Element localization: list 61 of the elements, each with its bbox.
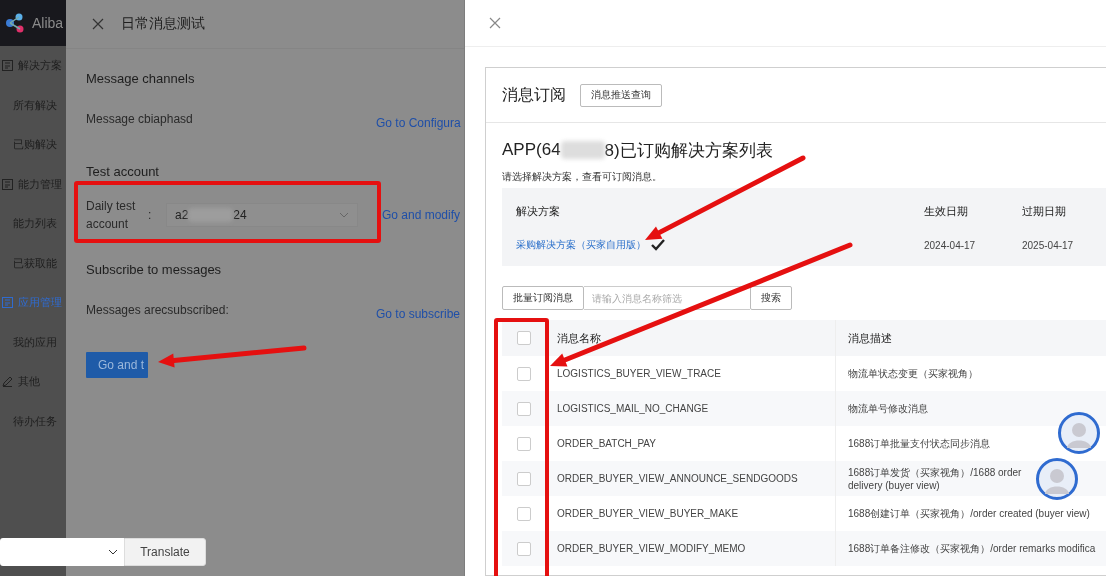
table-cell: ORDER_BUYER_VIEW_MODIFY_MEMO — [557, 543, 746, 554]
language-select[interactable] — [0, 538, 124, 566]
close-icon — [92, 18, 104, 30]
column-header: 生效日期 — [924, 203, 969, 219]
hint-text: 请选择解决方案，查看可订阅消息。 — [502, 170, 663, 184]
checkbox[interactable] — [516, 506, 531, 521]
card-title: 消息订阅 — [502, 84, 566, 105]
colon-text: : — [148, 208, 153, 222]
table-cell: LOGISTICS_BUYER_VIEW_TRACE — [557, 368, 721, 379]
sidebar-item[interactable]: 应用管理 — [0, 283, 66, 323]
table-cell: LOGISTICS_MAIL_NO_CHANGE — [557, 403, 709, 414]
checkbox[interactable] — [516, 436, 531, 451]
checkbox[interactable] — [516, 541, 531, 556]
checkbox[interactable] — [516, 366, 531, 381]
checkbox[interactable] — [516, 331, 531, 345]
list-title: APP(64 — [502, 140, 561, 160]
link[interactable]: Go to subscribe — [376, 306, 461, 321]
link[interactable]: Go and modify — [382, 208, 461, 222]
translate-button[interactable]: Translate — [124, 538, 206, 566]
redacted-block — [560, 141, 605, 159]
batch-subscribe-button[interactable]: 批量订阅消息 — [502, 286, 584, 310]
field-label: Messages arecsubscribed: — [86, 302, 230, 317]
go-button[interactable]: Go and t — [86, 352, 148, 378]
solution-link[interactable]: 采购解决方案（买家自用版） — [516, 238, 646, 252]
field-label: Daily test account — [86, 198, 137, 233]
column-header: 过期日期 — [1022, 203, 1067, 219]
close-icon — [489, 17, 501, 29]
table-cell: 1688创建订单（买家视角）/order created (buyer view) — [848, 507, 1090, 520]
table-cell-text: 2025-04-17 — [1022, 239, 1075, 251]
table-cell: ORDER_BATCH_PAY — [557, 438, 656, 449]
list-title: 8)已订购解决方案列表 — [604, 139, 773, 162]
search-button[interactable]: 搜索 — [750, 286, 792, 310]
account-select[interactable]: a2 24 — [166, 203, 358, 227]
grid-icon — [2, 297, 13, 309]
search-field[interactable]: 请输入消息名称筛选 — [584, 286, 750, 310]
section-heading: Test account — [86, 164, 160, 181]
caret-icon — [339, 212, 349, 218]
table-cell: ORDER_BUYER_VIEW_BUYER_MAKE — [557, 508, 739, 519]
field-label: Message cbiaphasd — [86, 111, 194, 126]
table-cell: ORDER_BUYER_VIEW_ANNOUNCE_SENDGOODS — [557, 473, 798, 484]
table-cell-text: 1688订单发货（买家视角）/1688 order delivery (buyer view) — [848, 465, 1023, 492]
table-cell: 物流单号修改消息 — [848, 402, 928, 415]
checkbox[interactable] — [516, 471, 531, 486]
table-cell: 1688订单备注修改（买家视角）/order remarks modifica — [848, 542, 1096, 555]
table-cell-text: 2024-04-17 — [924, 239, 977, 251]
query-button[interactable]: 消息推送查询 — [580, 83, 662, 107]
checkbox[interactable] — [516, 401, 531, 416]
section-heading: Subscribe to messages — [86, 262, 223, 279]
column-header: 解决方案 — [516, 203, 561, 219]
grid-icon — [2, 60, 13, 72]
column-header: 消息名称 — [556, 330, 602, 346]
link[interactable]: Go to Configura — [376, 115, 461, 130]
drawer-title: 日常消息测试 — [121, 15, 205, 33]
grid-icon — [2, 178, 13, 190]
table-cell: 物流单状态变更（买家视角） — [848, 367, 978, 380]
section-heading: Message channels — [86, 71, 196, 88]
pencil-icon — [2, 376, 13, 388]
caret-icon — [108, 549, 118, 555]
table-cell: 1688订单批量支付状态同步消息 — [848, 437, 991, 450]
logo-icon — [4, 12, 26, 34]
logo-text: Aliba — [32, 15, 64, 31]
